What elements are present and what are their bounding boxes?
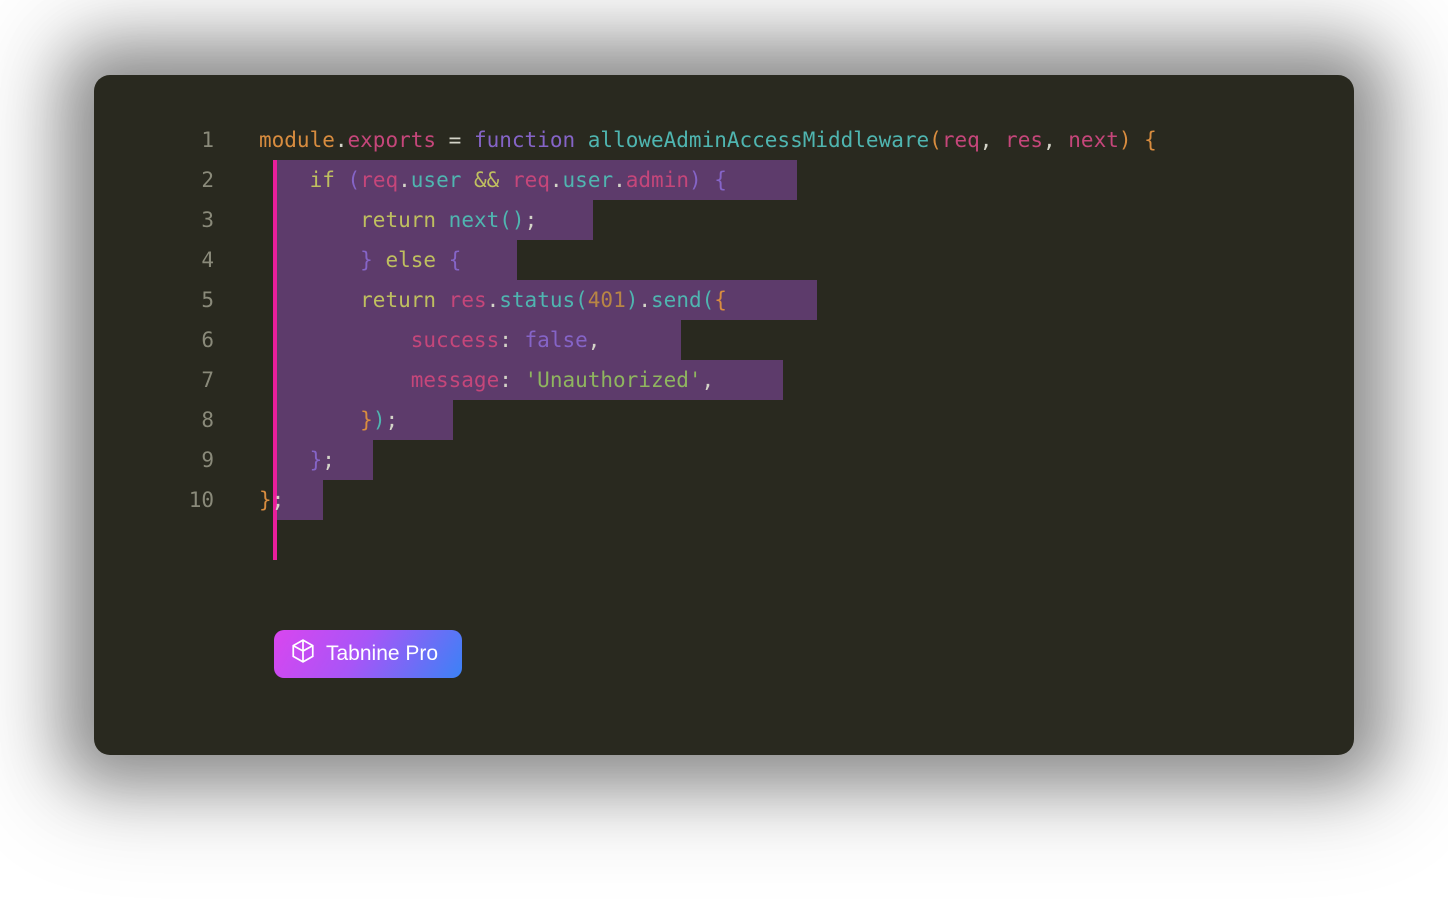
code-line-1: module.exports = function alloweAdminAcc… — [259, 120, 1354, 160]
code-line-6: success: false, — [259, 320, 1354, 360]
code-line-8: }); — [259, 400, 1354, 440]
code-line-4: } else { — [259, 240, 1354, 280]
line-number: 9 — [94, 440, 214, 480]
line-number: 4 — [94, 240, 214, 280]
code-line-2: if (req.user && req.user.admin) { — [259, 160, 1354, 200]
tabnine-logo-icon — [290, 638, 316, 670]
code-area: 1 2 3 4 5 6 7 8 9 10 — [94, 120, 1354, 520]
line-number-gutter: 1 2 3 4 5 6 7 8 9 10 — [94, 120, 259, 520]
code-content[interactable]: module.exports = function alloweAdminAcc… — [259, 120, 1354, 520]
tabnine-pro-badge[interactable]: Tabnine Pro — [274, 630, 462, 678]
code-line-7: message: 'Unauthorized', — [259, 360, 1354, 400]
code-line-9: }; — [259, 440, 1354, 480]
line-number: 6 — [94, 320, 214, 360]
code-line-3: return next(); — [259, 200, 1354, 240]
code-editor-window: 1 2 3 4 5 6 7 8 9 10 — [94, 75, 1354, 755]
line-number: 5 — [94, 280, 214, 320]
line-number: 3 — [94, 200, 214, 240]
line-number: 1 — [94, 120, 214, 160]
line-number: 10 — [94, 480, 214, 520]
code-line-10: }; — [259, 480, 1354, 520]
line-number: 7 — [94, 360, 214, 400]
badge-label: Tabnine Pro — [326, 642, 438, 666]
line-number: 2 — [94, 160, 214, 200]
line-number: 8 — [94, 400, 214, 440]
code-line-5: return res.status(401).send({ — [259, 280, 1354, 320]
